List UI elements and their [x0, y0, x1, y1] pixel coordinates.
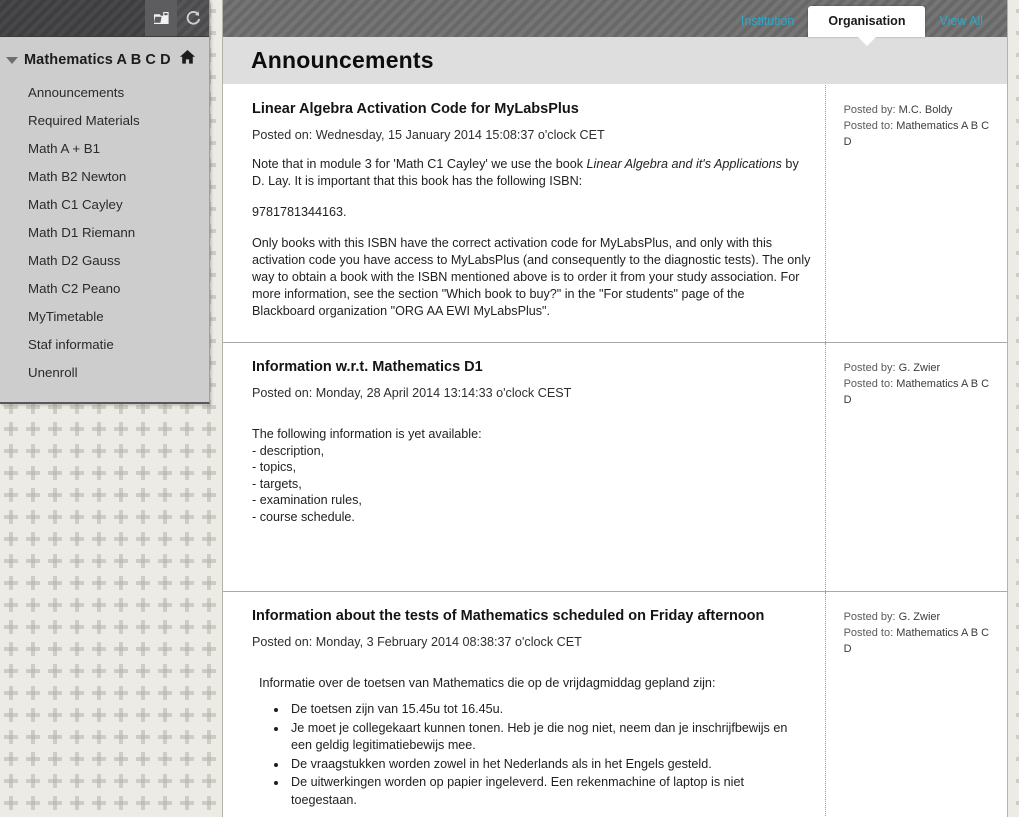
posted-by-value: G. Zwier	[898, 611, 941, 623]
refresh-icon[interactable]	[177, 0, 209, 36]
sidebar-item-math-d1-riemann[interactable]: Math D1 Riemann	[28, 219, 209, 247]
sidebar-item-math-b2-newton[interactable]: Math B2 Newton	[28, 163, 209, 191]
page-title: Announcements	[251, 47, 434, 73]
paragraph-text-a: Note that in module 3 for 'Math C1 Cayle…	[252, 157, 587, 171]
sidebar-item-mytimetable[interactable]: MyTimetable	[28, 303, 209, 331]
posted-by-line: Posted by: M.C. Boldy	[844, 102, 997, 118]
posted-by-label: Posted by:	[843, 104, 896, 116]
course-menu-list: Announcements Required Materials Math A …	[0, 79, 209, 387]
announcement-isbn: 9781781344163.	[252, 205, 347, 219]
book-title-emphasis: Linear Algebra and it's Applications	[586, 157, 782, 171]
announcement-meta: Posted by: G. Zwier Posted to: Mathemati…	[824, 343, 1007, 591]
posted-by-label: Posted by:	[843, 362, 896, 374]
posted-to-label: Posted to:	[843, 120, 894, 132]
caret-down-icon[interactable]	[6, 57, 18, 64]
sidebar-item-math-d2-gauss[interactable]: Math D2 Gauss	[28, 247, 209, 275]
sidebar-item-announcements[interactable]: Announcements	[28, 79, 209, 107]
announcement-meta: Posted by: M.C. Boldy Posted to: Mathema…	[824, 85, 1007, 342]
posted-to-line: Posted to: Mathematics A B C D	[844, 118, 997, 150]
announcement-intro: Informatie over de toetsen van Mathemati…	[259, 676, 716, 690]
posted-by-line: Posted by: G. Zwier	[844, 609, 997, 625]
posted-by-line: Posted by: G. Zwier	[844, 360, 997, 376]
list-item: Je moet je collegekaart kunnen tonen. He…	[288, 720, 811, 755]
sidebar-item-math-c2-peano[interactable]: Math C2 Peano	[28, 275, 209, 303]
announcement-item: Information w.r.t. Mathematics D1 Posted…	[223, 343, 1007, 592]
posted-by-label: Posted by:	[843, 611, 896, 623]
page-header: Announcements	[223, 37, 1007, 85]
course-menu-toolbar	[0, 0, 209, 37]
list-item: De toetsen zijn van 15.45u tot 16.45u.	[288, 701, 811, 719]
posted-by-value: G. Zwier	[898, 362, 941, 374]
list-item: De uitwerkingen worden op papier ingelev…	[288, 774, 811, 809]
course-title: Mathematics A B C D	[24, 51, 171, 68]
posted-to-line: Posted to: Mathematics A B C D	[844, 376, 997, 408]
home-icon[interactable]	[179, 49, 199, 70]
course-menu-panel: Mathematics A B C D Announcements Requir…	[0, 0, 210, 404]
announcement-body: Linear Algebra Activation Code for MyLab…	[223, 85, 825, 342]
announcement-title[interactable]: Information about the tests of Mathemati…	[252, 608, 811, 624]
posted-by-value: M.C. Boldy	[898, 104, 953, 116]
announcement-meta: Posted by: G. Zwier Posted to: Mathemati…	[824, 592, 1007, 817]
posted-to-label: Posted to:	[843, 627, 894, 639]
folder-course-icon[interactable]	[145, 0, 177, 36]
announcement-bullet-list: De toetsen zijn van 15.45u tot 16.45u. J…	[288, 701, 811, 809]
tab-institution[interactable]: Institution	[727, 14, 809, 38]
announcement-title[interactable]: Information w.r.t. Mathematics D1	[252, 359, 811, 375]
course-menu-header: Mathematics A B C D	[0, 37, 209, 79]
sidebar-item-math-a-b1[interactable]: Math A + B1	[28, 135, 209, 163]
list-item: De vraagstukken worden zowel in het Nede…	[288, 756, 811, 774]
sidebar-item-staf-informatie[interactable]: Staf informatie	[28, 331, 209, 359]
announcement-item: Information about the tests of Mathemati…	[223, 592, 1007, 817]
announcement-title[interactable]: Linear Algebra Activation Code for MyLab…	[252, 101, 811, 117]
announcement-body: Information w.r.t. Mathematics D1 Posted…	[223, 343, 825, 591]
global-tab-bar: Institution Organisation View All	[223, 0, 1007, 37]
tab-view-all[interactable]: View All	[925, 14, 997, 38]
sidebar-item-required-materials[interactable]: Required Materials	[28, 107, 209, 135]
tab-organisation[interactable]: Organisation	[808, 5, 926, 37]
posted-to-line: Posted to: Mathematics A B C D	[844, 625, 997, 657]
announcement-body: Information about the tests of Mathemati…	[223, 592, 825, 817]
announcement-posted-on: Posted on: Wednesday, 15 January 2014 15…	[252, 128, 605, 142]
announcement-info-list: The following information is yet availab…	[252, 427, 482, 524]
announcement-paragraph: Note that in module 3 for 'Math C1 Cayle…	[252, 156, 811, 190]
announcement-posted-on: Posted on: Monday, 28 April 2014 13:14:3…	[252, 386, 572, 400]
announcement-item: Linear Algebra Activation Code for MyLab…	[223, 85, 1007, 343]
sidebar-item-unenroll[interactable]: Unenroll	[28, 359, 209, 387]
posted-to-label: Posted to:	[843, 378, 894, 390]
sidebar-item-math-c1-cayley[interactable]: Math C1 Cayley	[28, 191, 209, 219]
content-frame: Institution Organisation View All Announ…	[222, 0, 1008, 817]
announcement-posted-on: Posted on: Monday, 3 February 2014 08:38…	[252, 635, 582, 649]
announcement-paragraph: Only books with this ISBN have the corre…	[252, 236, 811, 318]
